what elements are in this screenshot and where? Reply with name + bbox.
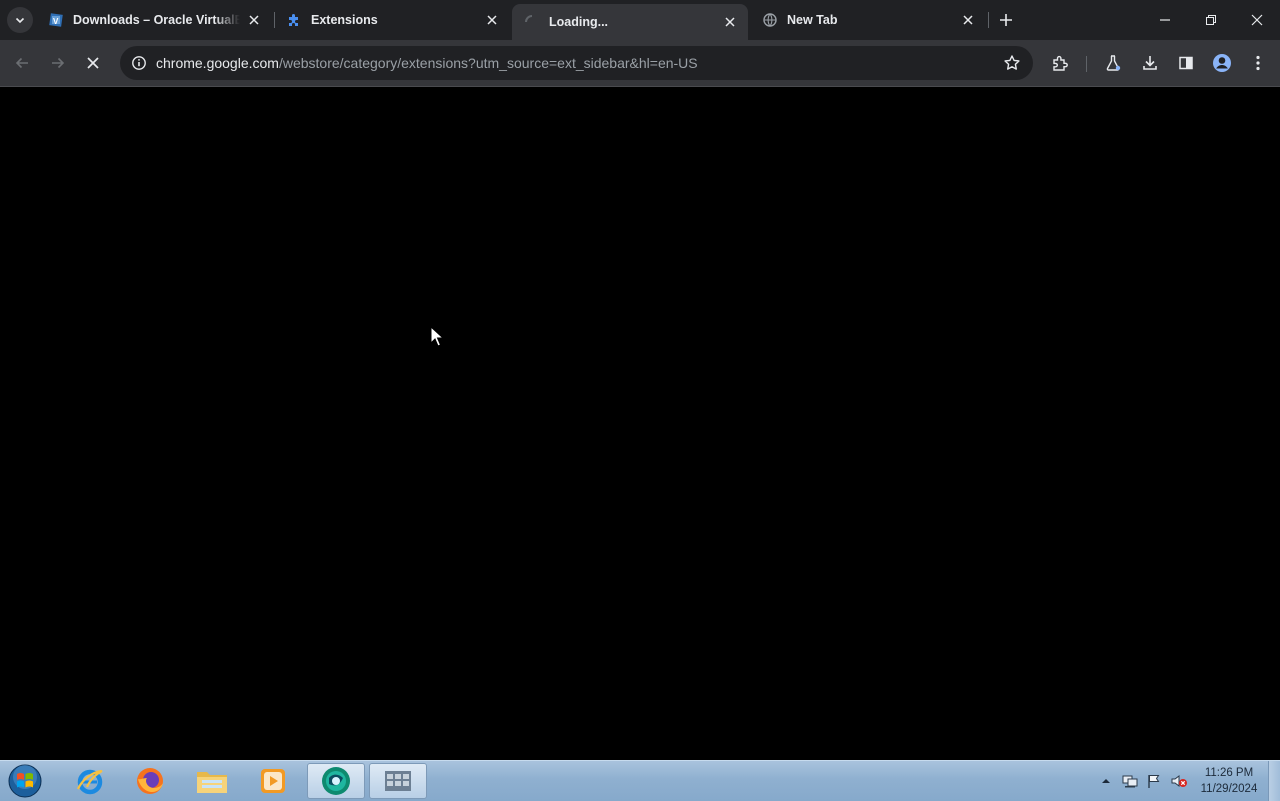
close-icon[interactable] bbox=[722, 14, 738, 30]
virtualbox-icon: V bbox=[48, 12, 64, 28]
puzzle-icon bbox=[1053, 55, 1068, 71]
media-player-icon bbox=[261, 769, 285, 793]
windows-taskbar: 11:26 PM 11/29/2024 bbox=[0, 760, 1280, 801]
globe-icon bbox=[762, 12, 778, 28]
stop-loading-button[interactable] bbox=[77, 47, 109, 79]
app-icon bbox=[385, 771, 411, 791]
taskbar-chrome-active[interactable] bbox=[307, 763, 365, 799]
tab-downloads-virtualbox[interactable]: V Downloads – Oracle VirtualBox bbox=[36, 4, 272, 36]
address-bar[interactable]: chrome.google.com/webstore/category/exte… bbox=[120, 46, 1033, 80]
show-desktop-button[interactable] bbox=[1268, 761, 1280, 801]
forward-button[interactable] bbox=[42, 47, 74, 79]
kebab-menu-icon bbox=[1256, 55, 1260, 71]
tray-up-arrow-icon bbox=[1102, 779, 1110, 783]
svg-text:V: V bbox=[53, 17, 59, 26]
new-tab-button[interactable] bbox=[994, 8, 1018, 32]
restore-button[interactable] bbox=[1188, 0, 1234, 40]
minimize-button[interactable] bbox=[1142, 0, 1188, 40]
tab-strip: V Downloads – Oracle VirtualBox Extensio… bbox=[0, 0, 1280, 40]
taskbar-app[interactable] bbox=[369, 763, 427, 799]
taskbar-firefox[interactable] bbox=[121, 763, 179, 799]
close-window-button[interactable] bbox=[1234, 0, 1280, 40]
download-icon bbox=[1143, 56, 1157, 70]
speaker-muted-icon bbox=[1171, 775, 1187, 787]
url-text: chrome.google.com/webstore/category/exte… bbox=[156, 55, 698, 71]
firefox-icon bbox=[137, 768, 163, 794]
network-icon bbox=[1122, 775, 1138, 788]
stop-x-icon bbox=[87, 57, 99, 69]
close-icon[interactable] bbox=[960, 12, 976, 28]
side-panel-button[interactable] bbox=[1170, 47, 1202, 79]
toolbar-divider bbox=[1086, 56, 1087, 72]
url-host: chrome.google.com bbox=[156, 55, 279, 71]
tray-action-center[interactable] bbox=[1146, 761, 1162, 801]
back-button[interactable] bbox=[6, 47, 38, 79]
tab-search-button[interactable] bbox=[7, 7, 33, 33]
tray-network[interactable] bbox=[1122, 761, 1138, 801]
profile-button[interactable] bbox=[1206, 47, 1238, 79]
back-arrow-icon bbox=[15, 57, 28, 69]
tray-volume-muted[interactable] bbox=[1170, 761, 1188, 801]
page-content[interactable] bbox=[0, 87, 1280, 760]
internet-explorer-icon bbox=[76, 769, 103, 795]
chevron-down-icon bbox=[15, 17, 25, 24]
system-clock[interactable]: 11:26 PM 11/29/2024 bbox=[1194, 765, 1264, 797]
taskbar-internet-explorer[interactable] bbox=[61, 763, 119, 799]
bookmark-star-icon[interactable] bbox=[1003, 54, 1021, 72]
tab-title: New Tab bbox=[787, 13, 838, 27]
tab-divider bbox=[988, 12, 989, 28]
tab-extensions[interactable]: Extensions bbox=[274, 4, 510, 36]
forward-arrow-icon bbox=[52, 57, 65, 69]
site-info-icon[interactable] bbox=[122, 55, 156, 71]
clock-date: 11/29/2024 bbox=[1200, 783, 1258, 795]
tab-title: Downloads – Oracle VirtualBox bbox=[73, 13, 240, 27]
profile-icon bbox=[1213, 54, 1231, 72]
show-hidden-icons-button[interactable] bbox=[1100, 761, 1112, 801]
tab-title: Loading... bbox=[549, 15, 609, 29]
side-panel-icon bbox=[1179, 56, 1193, 70]
close-icon bbox=[1251, 14, 1263, 26]
extensions-button[interactable] bbox=[1044, 47, 1076, 79]
tab-loading-active[interactable]: Loading... bbox=[512, 4, 748, 40]
start-button[interactable] bbox=[5, 763, 45, 799]
taskbar-media-player[interactable] bbox=[244, 763, 302, 799]
plus-icon bbox=[1000, 14, 1012, 26]
clock-time: 11:26 PM bbox=[1204, 767, 1254, 779]
puzzle-icon bbox=[286, 12, 302, 28]
flag-icon bbox=[1148, 775, 1160, 788]
windows-start-orb-icon bbox=[8, 764, 42, 798]
browser-toolbar: chrome.google.com/webstore/category/exte… bbox=[0, 40, 1280, 87]
chrome-labs-button[interactable] bbox=[1097, 47, 1129, 79]
restore-icon bbox=[1206, 15, 1216, 25]
chrome-menu-button[interactable] bbox=[1242, 47, 1274, 79]
tab-title: Extensions bbox=[311, 13, 378, 27]
flask-icon bbox=[1106, 55, 1121, 71]
downloads-button[interactable] bbox=[1134, 47, 1166, 79]
close-icon[interactable] bbox=[484, 12, 500, 28]
mouse-cursor-icon bbox=[430, 325, 445, 353]
file-explorer-icon bbox=[197, 772, 227, 793]
tab-new-tab[interactable]: New Tab bbox=[750, 4, 986, 36]
minimize-icon bbox=[1160, 19, 1170, 21]
url-path: /webstore/category/extensions?utm_source… bbox=[278, 55, 698, 71]
close-icon[interactable] bbox=[246, 12, 262, 28]
spinner-icon bbox=[524, 14, 540, 30]
taskbar-file-explorer[interactable] bbox=[183, 763, 241, 799]
chrome-app-icon bbox=[322, 767, 350, 795]
